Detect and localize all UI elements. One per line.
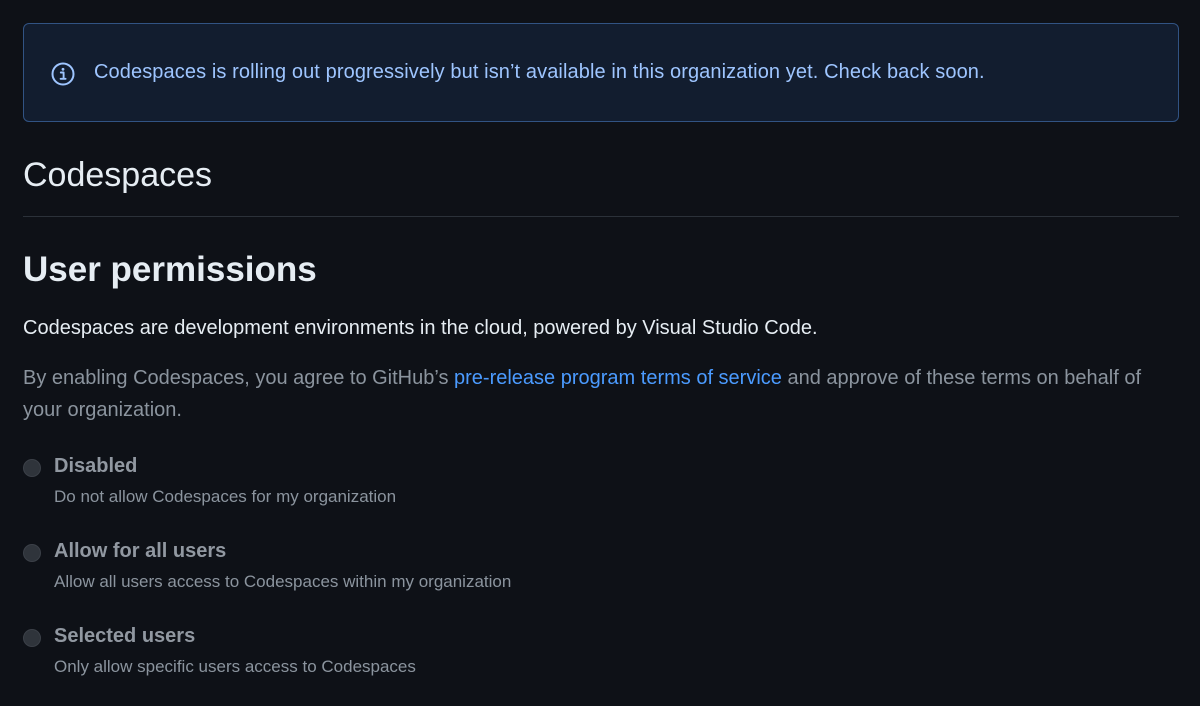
radio-all-users[interactable] [23, 544, 41, 562]
option-note: Do not allow Codespaces for my organizat… [54, 487, 397, 506]
option-label[interactable]: Disabled [54, 455, 137, 478]
codespaces-description: Codespaces are development environments … [23, 317, 818, 339]
option-note: Allow all users access to Codespaces wit… [54, 572, 512, 591]
terms-of-service-link[interactable]: pre-release program terms of service [454, 367, 782, 389]
page-title: Codespaces [23, 156, 213, 194]
terms-notice: By enabling Codespaces, you agree to Git… [23, 362, 1183, 426]
radio-disabled[interactable] [23, 459, 41, 477]
terms-text-before: By enabling Codespaces, you agree to Git… [23, 367, 455, 389]
permission-option-all-users[interactable]: Allow for all users Allow all users acce… [23, 540, 823, 600]
info-icon [50, 61, 76, 87]
option-note: Only allow specific users access to Code… [54, 657, 416, 676]
section-divider [23, 216, 1179, 217]
permission-option-disabled[interactable]: Disabled Do not allow Codespaces for my … [23, 455, 823, 515]
option-label[interactable]: Selected users [54, 625, 195, 648]
radio-selected-users[interactable] [23, 629, 41, 647]
user-permissions-heading: User permissions [23, 250, 317, 289]
flash-message: Codespaces is rolling out progressively … [94, 61, 985, 83]
permission-option-selected-users[interactable]: Selected users Only allow specific users… [23, 625, 823, 685]
option-label[interactable]: Allow for all users [54, 540, 226, 563]
info-flash-banner: Codespaces is rolling out progressively … [23, 23, 1179, 122]
